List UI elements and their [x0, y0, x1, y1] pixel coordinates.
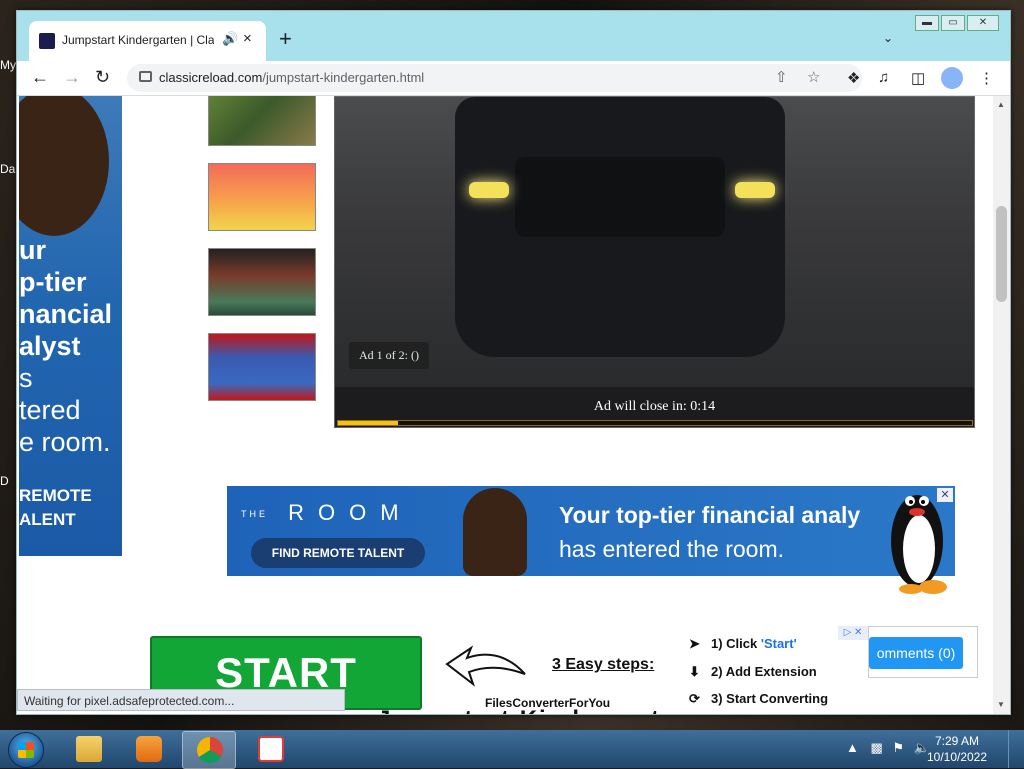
comments-button[interactable]: omments (0): [869, 637, 963, 669]
banner-headline: Your top-tier financial analy: [559, 502, 861, 528]
site-favicon-icon: [39, 33, 55, 49]
maximize-button[interactable]: ▭: [941, 15, 965, 31]
browser-window: Jumpstart Kindergarten | Cla 🔊 × + ⌄ ▬ ▭…: [16, 10, 1011, 715]
game-thumbnail[interactable]: [208, 248, 316, 316]
ad-progress-bar: [337, 420, 973, 426]
back-button[interactable]: ←: [31, 67, 49, 88]
desktop-icon-label[interactable]: D: [0, 474, 9, 488]
taskbar-app-media[interactable]: [122, 731, 174, 767]
forward-button[interactable]: →: [63, 67, 81, 88]
desktop-icon-label[interactable]: Da: [0, 162, 15, 176]
address-bar[interactable]: classicreload.com/jumpstart-kindergarten…: [127, 64, 862, 92]
headlight: [735, 182, 775, 198]
the-room-logo: THE ROOM: [241, 500, 413, 525]
tab-close-icon[interactable]: ×: [243, 30, 252, 47]
adchoices-icon[interactable]: ▷ ✕: [838, 626, 868, 640]
tab-strip: Jumpstart Kindergarten | Cla 🔊 × + ⌄ ▬ ▭…: [17, 11, 1010, 61]
taskbar-app-chrome[interactable]: [182, 731, 236, 769]
s-app-icon: [258, 736, 284, 762]
ad-person-image: [19, 96, 109, 236]
refresh-icon: ⟳: [689, 691, 700, 706]
video-frame: [335, 97, 974, 387]
speaker-icon[interactable]: 🔊: [222, 31, 238, 47]
tab-search-button[interactable]: ⌄: [883, 31, 893, 45]
share-icon[interactable]: ⇧: [775, 68, 788, 86]
ad-progress-fill: [338, 421, 399, 425]
game-thumbnail[interactable]: [208, 96, 316, 146]
file-explorer-icon: [76, 736, 102, 762]
network-icon[interactable]: ▩: [871, 740, 883, 755]
new-tab-button[interactable]: +: [279, 28, 292, 50]
banner-subheadline: has entered the room.: [559, 536, 785, 562]
side-advertisement[interactable]: ur p-tier nancial alyst s tered e room. …: [19, 96, 122, 556]
extensions-puzzle-icon[interactable]: ❖: [847, 69, 860, 87]
video-ad-player[interactable]: Ad 1 of 2: () Ad will close in: 0:14: [334, 96, 975, 428]
banner-advertisement[interactable]: THE ROOM FIND REMOTE TALENT Your top-tie…: [227, 486, 955, 576]
page-title: Jumpstart Kindergarten: [377, 706, 693, 714]
truck-grille: [515, 157, 725, 237]
show-desktop-button[interactable]: [1008, 730, 1024, 768]
windows-logo-icon: [18, 742, 34, 758]
profile-avatar[interactable]: [941, 67, 963, 89]
step-1: ➤ 1) Click 'Start': [689, 636, 797, 651]
comments-widget: omments (0): [868, 626, 978, 678]
show-hidden-icons-icon[interactable]: ▲: [846, 740, 859, 755]
browser-toolbar: ← → ↻ classicreload.com/jumpstart-kinder…: [17, 61, 1010, 96]
page-scrollbar[interactable]: ▲ ▼: [993, 96, 1010, 714]
ad-person-image: [463, 488, 527, 576]
tab-title: Jumpstart Kindergarten | Cla: [62, 33, 214, 47]
clock-time: 7:29 AM: [934, 734, 980, 748]
page-content: ur p-tier nancial alyst s tered e room. …: [17, 96, 1010, 714]
reload-button[interactable]: ↻: [95, 67, 110, 88]
download-icon: ⬇: [689, 664, 700, 679]
url-text[interactable]: classicreload.com/jumpstart-kindergarten…: [159, 70, 424, 85]
clock-date: 10/10/2022: [926, 750, 988, 764]
step-3: ⟳ 3) Start Converting: [689, 691, 829, 706]
system-tray: ▲ ▩ ⚑ 🔈: [846, 740, 930, 756]
start-menu-button[interactable]: [8, 732, 44, 768]
tab-active[interactable]: Jumpstart Kindergarten | Cla 🔊 ×: [29, 21, 266, 61]
find-remote-talent-button[interactable]: FIND REMOTE TALENT: [251, 538, 425, 568]
media-player-icon: [136, 736, 162, 762]
close-window-button[interactable]: ✕: [967, 15, 999, 31]
game-thumbnail[interactable]: [208, 163, 316, 231]
minimize-button[interactable]: ▬: [915, 15, 939, 31]
taskbar-app-s[interactable]: [244, 731, 296, 767]
easy-steps-heading: 3 Easy steps:: [552, 656, 655, 673]
chrome-icon: [197, 737, 223, 763]
cursor-icon: ➤: [689, 636, 700, 651]
taskbar-app-explorer[interactable]: [62, 731, 114, 767]
lock-icon[interactable]: [139, 71, 152, 82]
taskbar: ▲ ▩ ⚑ 🔈 7:29 AM 10/10/2022: [0, 730, 1024, 769]
headlight: [469, 182, 509, 198]
media-control-icon[interactable]: ♫: [878, 69, 889, 86]
status-bar: Waiting for pixel.adsafeprotected.com...: [17, 689, 345, 711]
system-clock[interactable]: 7:29 AM 10/10/2022: [926, 733, 988, 765]
bookmark-star-icon[interactable]: ☆: [807, 68, 820, 86]
ad-countdown-text: Ad will close in: 0:14: [593, 399, 716, 414]
side-panel-icon[interactable]: ◫: [911, 69, 925, 87]
scroll-down-icon[interactable]: ▼: [997, 700, 1005, 709]
step-2: ⬇ 2) Add Extension: [689, 664, 817, 679]
ad-counter: Ad 1 of 2: (): [349, 342, 429, 369]
action-center-icon[interactable]: ⚑: [892, 740, 904, 755]
scroll-thumb[interactable]: [996, 206, 1007, 302]
side-ad-cta[interactable]: REMOTE ALENT: [19, 484, 92, 532]
truck-image: [455, 97, 785, 357]
desktop-icon-label[interactable]: My: [0, 58, 16, 72]
more-menu-icon[interactable]: ⋮: [979, 69, 994, 87]
arrow-illustration-icon: [445, 645, 526, 687]
penguin-mascot-icon: [891, 495, 947, 594]
side-ad-text: ur p-tier nancial alyst s tered e room.: [19, 235, 113, 457]
game-thumbnail[interactable]: [208, 333, 316, 401]
scroll-up-icon[interactable]: ▲: [997, 100, 1005, 109]
